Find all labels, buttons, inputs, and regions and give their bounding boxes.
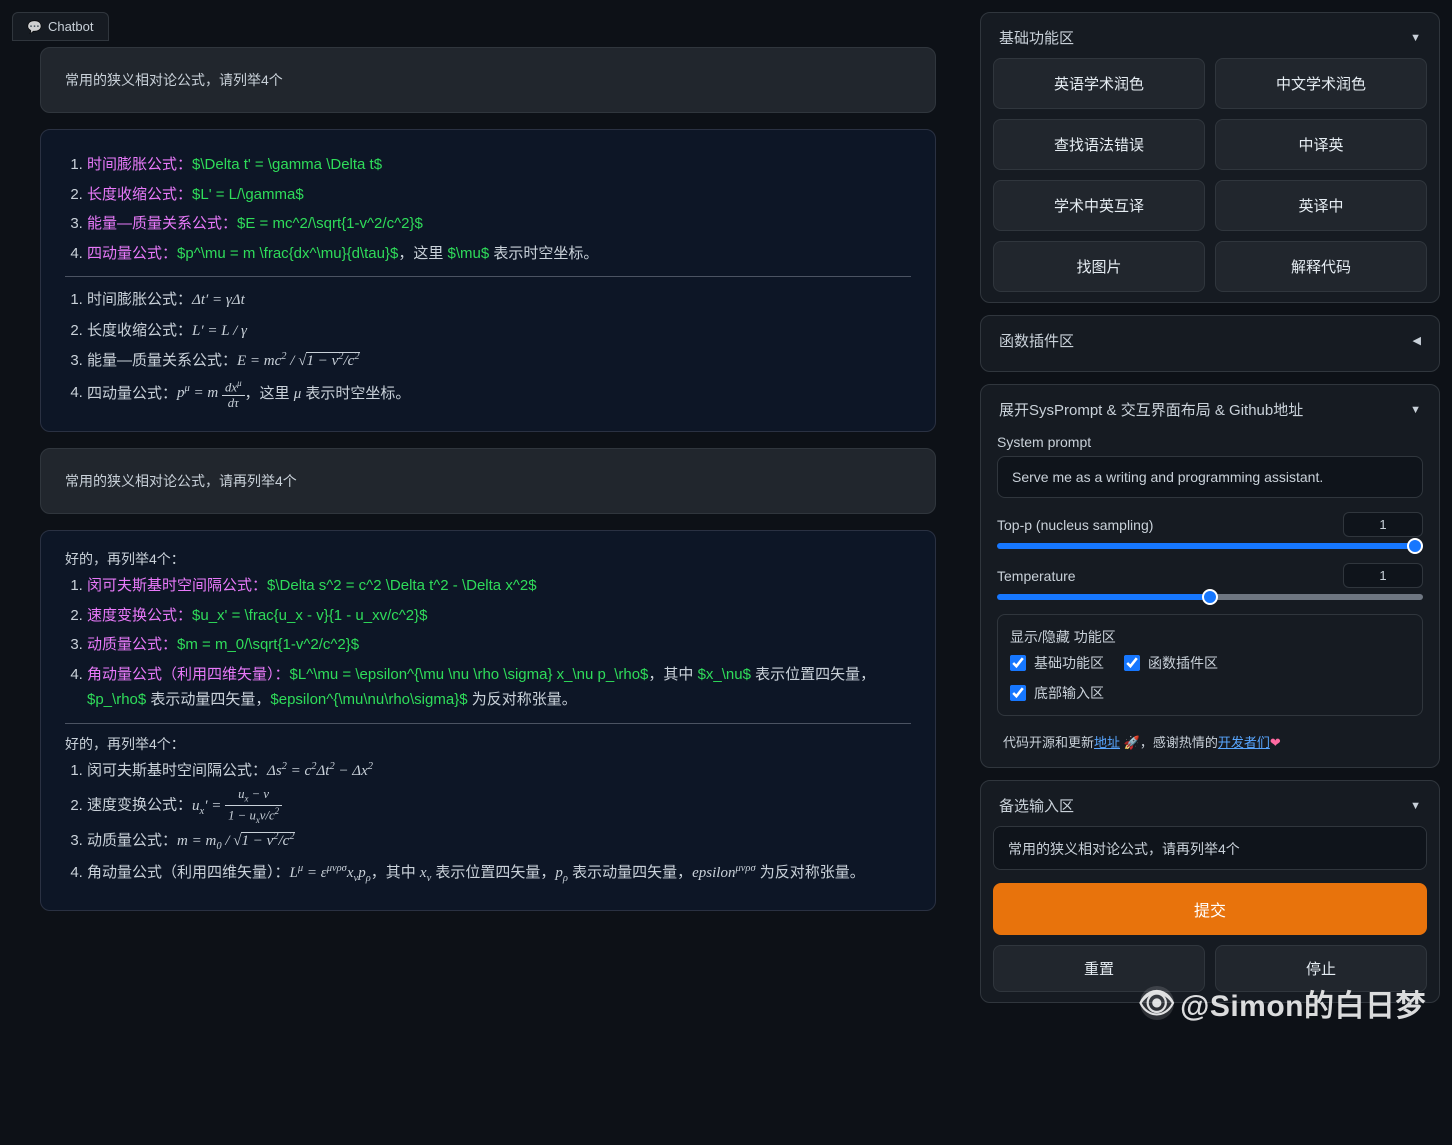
- func-button[interactable]: 英语学术润色: [993, 58, 1205, 109]
- user-message-text: 常用的狭义相对论公式，请列举4个: [65, 72, 283, 88]
- func-button[interactable]: 解释代码: [1215, 241, 1427, 292]
- temperature-label: Temperature: [997, 568, 1076, 584]
- func-button[interactable]: 查找语法错误: [993, 119, 1205, 170]
- chevron-down-icon: ▼: [1410, 404, 1421, 416]
- toggle-section-label: 显示/隐藏 功能区: [1010, 627, 1410, 647]
- func-button[interactable]: 找图片: [993, 241, 1205, 292]
- check-bottom-input[interactable]: 底部输入区: [1010, 683, 1104, 703]
- chat-area: 常用的狭义相对论公式，请列举4个 时间膨胀公式：$\Delta t' = \ga…: [12, 47, 968, 1133]
- stop-button[interactable]: 停止: [1215, 945, 1427, 992]
- func-button[interactable]: 中文学术润色: [1215, 58, 1427, 109]
- divider: [65, 276, 911, 277]
- system-prompt-input[interactable]: [997, 456, 1423, 498]
- heart-icon: ❤: [1270, 735, 1281, 750]
- repo-link[interactable]: 地址: [1094, 735, 1120, 750]
- rendered-list: 时间膨胀公式：Δt′ = γΔt 长度收缩公式：L′ = L / γ 能量—质量…: [65, 287, 911, 409]
- tab-chatbot[interactable]: 💬 Chatbot: [12, 12, 109, 41]
- check-basic[interactable]: 基础功能区: [1010, 653, 1104, 673]
- submit-button[interactable]: 提交: [993, 883, 1427, 935]
- chevron-left-icon: ◀: [1413, 334, 1421, 347]
- check-plugin[interactable]: 函数插件区: [1124, 653, 1218, 673]
- user-message-text: 常用的狭义相对论公式，请再列举4个: [65, 473, 297, 489]
- chevron-down-icon: ▼: [1410, 32, 1421, 44]
- user-message: 常用的狭义相对论公式，请列举4个: [40, 47, 936, 113]
- topp-slider[interactable]: [997, 543, 1423, 549]
- panel-alt-input-header[interactable]: 备选输入区 ▼: [993, 791, 1427, 826]
- temperature-value[interactable]: 1: [1343, 563, 1423, 588]
- chevron-down-icon: ▼: [1410, 800, 1421, 812]
- reset-button[interactable]: 重置: [993, 945, 1205, 992]
- panel-basic: 基础功能区 ▼ 英语学术润色中文学术润色查找语法错误中译英学术中英互译英译中找图…: [980, 12, 1440, 303]
- temperature-slider[interactable]: [997, 594, 1423, 600]
- panel-sysprompt-header[interactable]: 展开SysPrompt & 交互界面布局 & Github地址 ▼: [993, 395, 1427, 430]
- credits-line: 代码开源和更新地址 🚀，感谢热情的开发者们❤: [997, 730, 1423, 753]
- panel-sysprompt: 展开SysPrompt & 交互界面布局 & Github地址 ▼ System…: [980, 384, 1440, 768]
- rendered-list: 闵可夫斯基时空间隔公式：Δs2 = c2Δt2 − Δx2 速度变换公式：ux′…: [65, 758, 911, 888]
- panel-plugin-header[interactable]: 函数插件区 ◀: [993, 326, 1427, 361]
- func-button[interactable]: 英译中: [1215, 180, 1427, 231]
- tab-label: Chatbot: [48, 19, 94, 34]
- tab-bar: 💬 Chatbot: [12, 12, 968, 41]
- panel-basic-header[interactable]: 基础功能区 ▼: [993, 23, 1427, 58]
- alt-input-textarea[interactable]: [993, 826, 1427, 870]
- topp-value[interactable]: 1: [1343, 512, 1423, 537]
- func-button[interactable]: 学术中英互译: [993, 180, 1205, 231]
- func-button[interactable]: 中译英: [1215, 119, 1427, 170]
- topp-label: Top-p (nucleus sampling): [997, 517, 1153, 533]
- user-message: 常用的狭义相对论公式，请再列举4个: [40, 448, 936, 514]
- divider: [65, 723, 911, 724]
- panel-alt-input: 备选输入区 ▼ 提交 重置 停止: [980, 780, 1440, 1003]
- contributors-link[interactable]: 开发者们: [1218, 735, 1270, 750]
- system-prompt-label: System prompt: [997, 434, 1423, 450]
- right-sidebar: 基础功能区 ▼ 英语学术润色中文学术润色查找语法错误中译英学术中英互译英译中找图…: [980, 12, 1440, 1133]
- bot-message: 好的，再列举4个： 闵可夫斯基时空间隔公式：$\Delta s^2 = c^2 …: [40, 530, 936, 911]
- panel-plugin: 函数插件区 ◀: [980, 315, 1440, 372]
- bot-message: 时间膨胀公式：$\Delta t' = \gamma \Delta t$ 长度收…: [40, 129, 936, 432]
- chat-icon: 💬: [27, 20, 42, 34]
